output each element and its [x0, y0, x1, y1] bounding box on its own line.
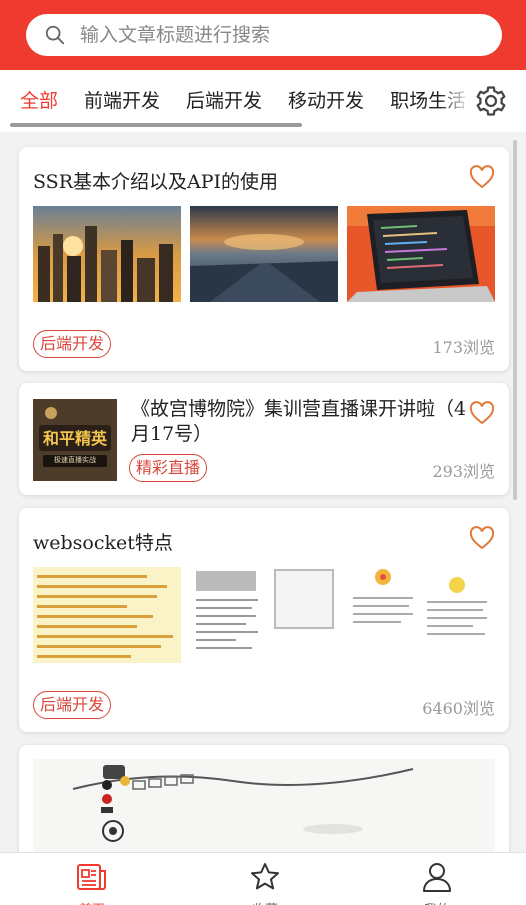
search-bar[interactable]	[26, 14, 502, 56]
nav-favorites[interactable]: 收藏	[205, 853, 325, 905]
article-image	[347, 206, 495, 302]
heart-icon[interactable]	[469, 165, 495, 189]
tab-scrollbar[interactable]	[10, 123, 302, 127]
article-title[interactable]: 《故宫博物院》集训营直播课开讲啦（4月17号）	[131, 397, 473, 447]
nav-label-favorites: 收藏	[205, 899, 325, 905]
view-count: 293浏览	[432, 462, 495, 481]
nav-profile[interactable]: 我的	[377, 853, 497, 905]
heart-icon[interactable]	[469, 526, 495, 550]
cover-title: 和平精英	[42, 429, 107, 448]
category-tag[interactable]: 后端开发	[33, 330, 112, 358]
article-card[interactable]: 和平精英 极速直播实战 《故宫博物院》集训营直播课开讲啦（4月17号） 精彩直播…	[19, 383, 509, 495]
article-feed[interactable]: SSR基本介绍以及API的使用 后端开发 173浏览 和平精英 极速直播实战 《…	[0, 132, 526, 852]
category-tabs: 全部 前端开发 后端开发 移动开发 职场生活	[0, 70, 526, 132]
view-count: 6460浏览	[422, 699, 495, 718]
top-header	[0, 0, 526, 70]
news-icon	[77, 864, 106, 890]
article-image	[33, 567, 181, 663]
search-input[interactable]	[80, 24, 460, 46]
article-card[interactable]: SSR基本介绍以及API的使用 后端开发 173浏览	[19, 147, 509, 371]
nav-label-profile: 我的	[377, 899, 497, 905]
gear-icon[interactable]	[474, 84, 508, 118]
tab-fade	[440, 70, 470, 132]
article-image	[190, 206, 338, 302]
article-card[interactable]	[19, 745, 509, 852]
search-icon	[45, 25, 65, 45]
article-image	[190, 567, 338, 663]
article-image	[347, 567, 495, 663]
heart-icon[interactable]	[469, 401, 495, 425]
category-tag[interactable]: 精彩直播	[129, 454, 208, 482]
category-tag[interactable]: 后端开发	[33, 691, 112, 719]
article-title[interactable]: websocket特点	[33, 528, 173, 555]
nav-label-home: 首页	[32, 899, 152, 905]
bottom-nav: 首页 收藏 我的	[0, 852, 526, 905]
user-icon	[423, 863, 451, 892]
feed-scrollbar[interactable]	[513, 140, 517, 500]
nav-home[interactable]: 首页	[32, 853, 152, 905]
star-icon	[251, 863, 279, 890]
article-card[interactable]: websocket特点 后端开发 6460浏览	[19, 508, 509, 732]
view-count: 173浏览	[432, 338, 495, 357]
article-image	[33, 206, 181, 302]
article-image	[33, 759, 495, 852]
cover-subtitle: 极速直播实战	[54, 456, 96, 464]
article-title[interactable]: SSR基本介绍以及API的使用	[33, 167, 278, 194]
